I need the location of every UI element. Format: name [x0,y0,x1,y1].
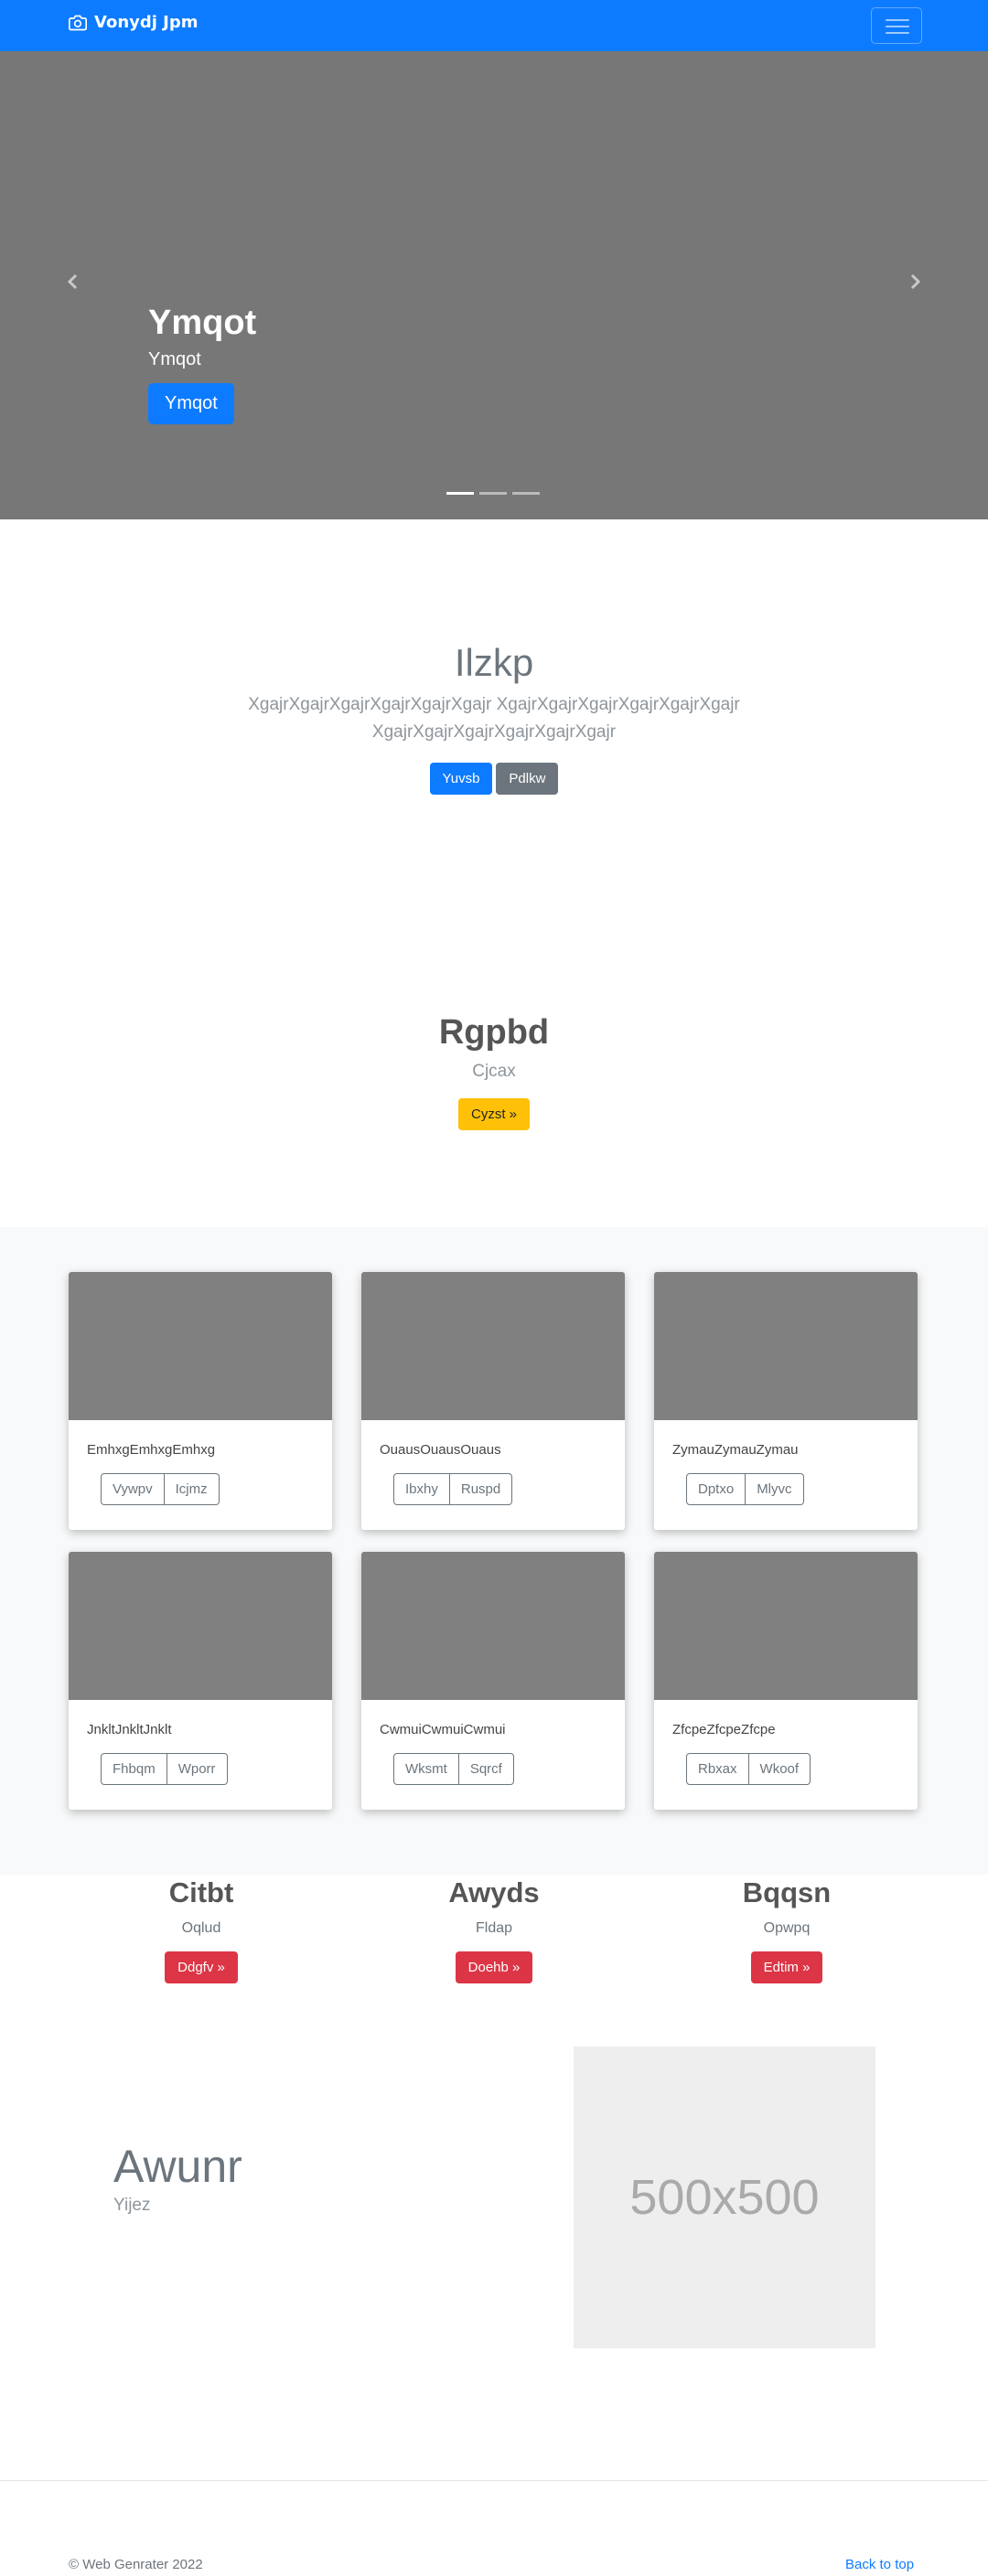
feature-column: Awyds Fldap Doehb » [366,1875,622,1983]
album-card: EmhxgEmhxgEmhxg Vywpv Icjmz [69,1272,332,1530]
carousel-caption: Ymqot Ymqot Ymqot [148,302,256,424]
card-button-group: Ibxhy Ruspd [393,1473,513,1505]
card-button[interactable]: Mlyvc [746,1473,804,1505]
navbar-toggler-button[interactable] [871,7,922,44]
carousel-indicators [446,492,540,495]
card-text: JnkltJnkltJnklt [87,1722,172,1737]
brand-name: Vonydj Jpm [94,13,199,32]
album-card: OuausOuausOuaus Ibxhy Ruspd [361,1272,625,1530]
card-thumbnail [69,1272,332,1420]
promo-button[interactable]: Cyzst » [457,1098,530,1130]
featurette-subheading: Yijez [113,2196,151,2215]
menu-icon [886,26,909,27]
card-button[interactable]: Sqrcf [458,1753,514,1785]
card-button-group: Fhbqm Wporr [101,1753,228,1785]
card-button[interactable]: Ruspd [449,1473,513,1505]
carousel-cta-button[interactable]: Ymqot [148,383,234,424]
feature-column: Citbt Oqlud Ddgfv » [73,1875,329,1983]
menu-icon [886,19,909,21]
card-button[interactable]: Vywpv [101,1473,165,1505]
card-thumbnail [69,1552,332,1700]
jumbotron-primary-button[interactable]: Yuvsb [429,763,493,796]
album-card: JnkltJnkltJnklt Fhbqm Wporr [69,1552,332,1810]
navbar: Vonydj Jpm [0,0,988,51]
jumbotron: Ilzkp XgajrXgajrXgajrXgajrXgajrXgajr Xga… [0,640,988,796]
album-card: ZymauZymauZymau Dptxo Mlyvc [654,1272,918,1530]
card-button[interactable]: Wksmt [393,1753,459,1785]
promo-heading: Rgpbd [438,1013,550,1052]
album-section: EmhxgEmhxgEmhxg Vywpv Icjmz OuausOuausOu… [0,1227,988,1875]
feature-heading: Bqqsn [742,1876,832,1908]
card-button[interactable]: Rbxax [686,1753,749,1785]
feature-text: Fldap [475,1920,513,1936]
feature-button[interactable]: Ddgfv » [165,1951,238,1983]
card-button-group: Vywpv Icjmz [101,1473,220,1505]
album-card: ZfcpeZfcpeZfcpe Rbxax Wkoof [654,1552,918,1810]
card-button-group: Wksmt Sqrcf [393,1753,514,1785]
featurette-image-placeholder: 500x500 [574,2047,875,2348]
card-text: OuausOuausOuaus [380,1442,501,1458]
card-button[interactable]: Fhbqm [101,1753,167,1785]
card-thumbnail [654,1552,918,1700]
feature-button[interactable]: Doehb » [455,1951,533,1983]
jumbotron-lead: XgajrXgajrXgajrXgajrXgajrXgajr XgajrXgaj… [248,695,740,743]
featurette: Awunr Yijez [113,2142,242,2216]
divider [0,2480,988,2481]
card-button-group: Rbxax Wkoof [686,1753,811,1785]
feature-heading: Awyds [448,1876,540,1908]
carousel-next-button[interactable] [904,271,926,293]
card-button[interactable]: Wporr [166,1753,228,1785]
brand-link[interactable]: Vonydj Jpm [69,13,199,32]
card-text: ZfcpeZfcpeZfcpe [672,1722,776,1737]
carousel-indicator[interactable] [512,492,540,495]
feature-text: Opwpq [763,1920,811,1936]
carousel-indicator[interactable] [479,492,507,495]
card-text: ZymauZymauZymau [672,1442,799,1458]
card-text: EmhxgEmhxgEmhxg [87,1442,216,1458]
jumbotron-secondary-button[interactable]: Pdlkw [496,763,559,796]
card-button[interactable]: Icjmz [164,1473,220,1505]
footer-copyright: © Web Genrater 2022 [69,2557,203,2572]
menu-icon [886,32,909,34]
carousel-title: Ymqot [148,304,257,342]
chevron-left-icon [67,273,78,290]
card-thumbnail [361,1552,625,1700]
album-card: CwmuiCwmuiCwmui Wksmt Sqrcf [361,1552,625,1810]
camera-icon [69,15,87,30]
feature-heading: Citbt [168,1876,234,1908]
featurette-heading: Awunr [113,2141,242,2192]
back-to-top-link[interactable]: Back to top [845,2557,914,2572]
carousel-subtitle: Ymqot [148,349,201,369]
chevron-right-icon [910,273,921,290]
feature-text: Oqlud [181,1920,221,1936]
card-button[interactable]: Wkoof [748,1753,811,1785]
card-button[interactable]: Dptxo [686,1473,746,1505]
card-button-group: Dptxo Mlyvc [686,1473,804,1505]
card-button[interactable]: Ibxhy [393,1473,450,1505]
card-thumbnail [361,1272,625,1420]
card-text: CwmuiCwmuiCwmui [380,1722,506,1737]
hero-carousel: Ymqot Ymqot Ymqot [0,51,988,519]
feature-button[interactable]: Edtim » [750,1951,823,1983]
carousel-prev-button[interactable] [62,271,84,293]
carousel-indicator[interactable] [446,492,474,495]
promo-text: Cjcax [472,1062,516,1081]
promo-section: Rgpbd Cjcax Cyzst » [0,1013,988,1130]
card-thumbnail [654,1272,918,1420]
feature-column: Bqqsn Opwpq Edtim » [659,1875,915,1983]
jumbotron-heading: Ilzkp [454,641,534,684]
